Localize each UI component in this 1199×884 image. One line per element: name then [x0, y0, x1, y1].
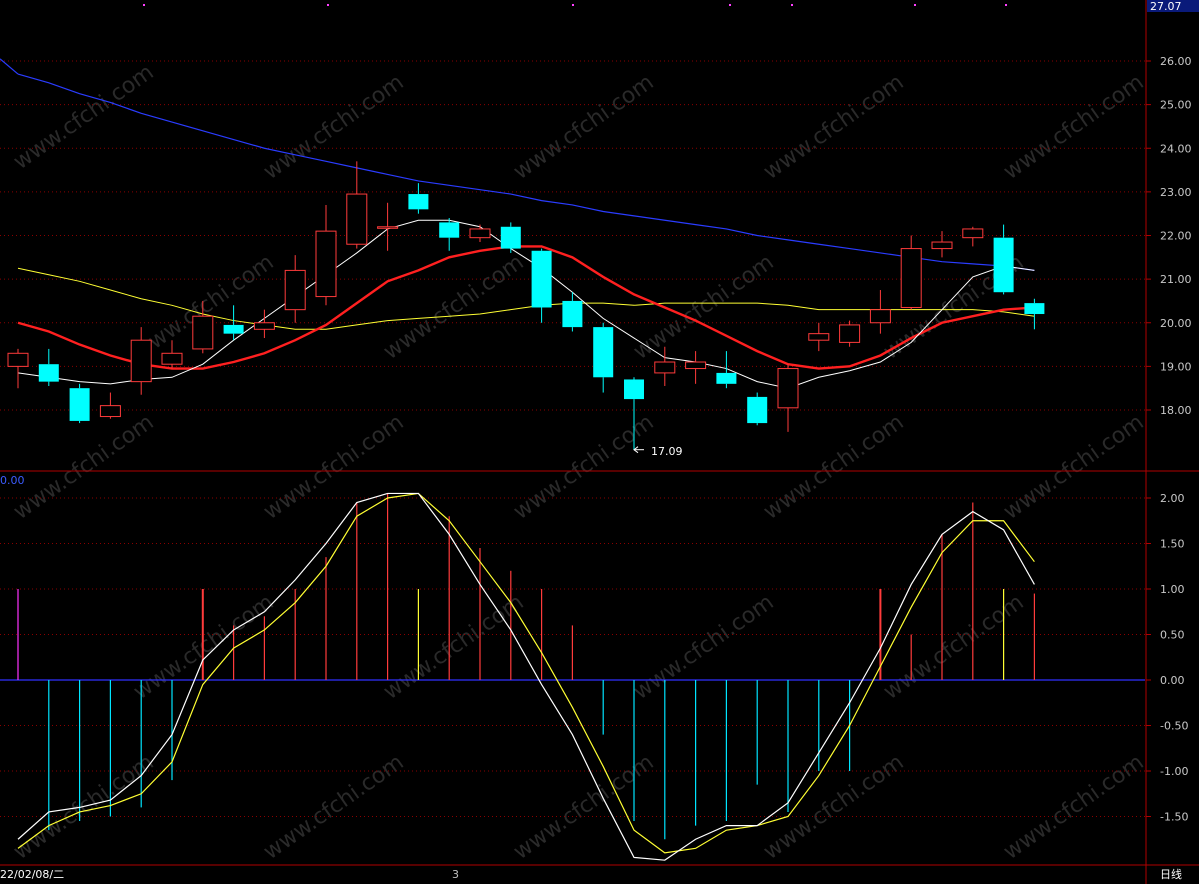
watermark-text: www.cfchi.com	[129, 590, 278, 705]
candle-body-up	[315, 230, 337, 298]
candle-body-down	[408, 194, 429, 210]
watermark-text: www.cfchi.com	[259, 750, 408, 865]
time-marker-dot	[327, 4, 329, 6]
price-tick-label: 24.00	[1160, 142, 1192, 155]
macd-tick-label: -0.50	[1160, 720, 1188, 733]
time-marker-dot	[1005, 4, 1007, 6]
watermark-text: www.cfchi.com	[9, 750, 158, 865]
candle-body-up	[839, 324, 861, 343]
candle-body-up	[130, 339, 152, 383]
macd-tick-label: -1.00	[1160, 765, 1188, 778]
price-tick-label: 18.00	[1160, 404, 1192, 417]
candle-body-down	[747, 396, 768, 424]
watermark-text: www.cfchi.com	[879, 590, 1028, 705]
price-tick-label: 22.00	[1160, 230, 1192, 243]
stock-chart: www.cfchi.com www.cfchi.com www.cfchi.com w…	[0, 0, 1199, 884]
watermark-text: www.cfchi.com	[999, 410, 1148, 525]
candle-body-up	[777, 368, 799, 409]
watermark-text: www.cfchi.com	[9, 60, 158, 175]
macd-tick-label: 0.00	[1160, 674, 1185, 687]
candle-body-up	[377, 226, 399, 229]
macd-tick-label: 1.50	[1160, 538, 1185, 551]
price-tick-label: 26.00	[1160, 55, 1192, 68]
candle-body-down	[716, 372, 737, 384]
low-price-label: 17.09	[651, 445, 683, 458]
price-tick-label: 19.00	[1160, 360, 1192, 373]
candle-body-down	[993, 237, 1014, 293]
time-marker-dot	[143, 4, 145, 6]
price-tick-label: 21.00	[1160, 273, 1192, 286]
candle-body-up	[685, 361, 707, 370]
watermark-text: www.cfchi.com	[509, 70, 658, 185]
candle-body-down	[38, 364, 59, 382]
macd-top-left-label: 0.00	[0, 474, 25, 487]
watermark-text: www.cfchi.com	[509, 410, 658, 525]
candle-body-up	[7, 352, 29, 367]
watermark-text: www.cfchi.com	[509, 750, 658, 865]
price-tick-label: 25.00	[1160, 99, 1192, 112]
watermark-text: www.cfchi.com	[999, 750, 1148, 865]
candle-body-up	[253, 322, 275, 330]
price-tick-label: 20.00	[1160, 317, 1192, 330]
macd-tick-label: 1.00	[1160, 583, 1185, 596]
candle-body-down	[1024, 303, 1045, 315]
watermark-text: www.cfchi.com	[629, 590, 778, 705]
candle-body-up	[161, 352, 183, 365]
watermark-text: www.cfchi.com	[759, 70, 908, 185]
candle-body-up	[900, 248, 922, 308]
watermark-text: www.cfchi.com	[9, 410, 158, 525]
candle-body-up	[469, 228, 491, 239]
candle-body-down	[69, 388, 90, 421]
candle-body-up	[192, 315, 214, 350]
candle-body-down	[223, 324, 244, 334]
time-marker-dot	[572, 4, 574, 6]
watermark-text: www.cfchi.com	[259, 70, 408, 185]
time-marker-dot	[729, 4, 731, 6]
candle-body-up	[808, 333, 830, 341]
price-top-label: 27.07	[1150, 0, 1182, 13]
candle-body-up	[869, 309, 891, 324]
candle-body-up	[346, 193, 368, 245]
price-tick-label: 23.00	[1160, 186, 1192, 199]
candle-body-up	[99, 405, 121, 418]
candle-body-down	[439, 222, 460, 238]
macd-tick-label: 0.50	[1160, 629, 1185, 642]
candle-body-up	[931, 241, 953, 250]
axis-mark-label: 3	[452, 868, 459, 881]
watermark-text: www.cfchi.com	[379, 250, 528, 365]
candle-body-down	[562, 300, 583, 328]
watermark-text: www.cfchi.com	[379, 590, 528, 705]
candle-body-up	[962, 228, 984, 239]
watermark-text: www.cfchi.com	[759, 410, 908, 525]
watermark-text: www.cfchi.com	[629, 250, 778, 365]
watermark-text: www.cfchi.com	[259, 410, 408, 525]
candle-body-down	[500, 226, 521, 249]
time-marker-dot	[914, 4, 916, 6]
macd-tick-label: 2.00	[1160, 492, 1185, 505]
macd-tick-label: -1.50	[1160, 811, 1188, 824]
candle-body-down	[531, 250, 552, 308]
candle-body-down	[624, 379, 644, 400]
candle-body-up	[654, 361, 676, 374]
candle-body-down	[593, 327, 614, 378]
watermark-text: www.cfchi.com	[999, 70, 1148, 185]
watermark-layer: www.cfchi.com www.cfchi.com www.cfchi.com w…	[9, 60, 1148, 865]
date-label: 22/02/08/二	[0, 868, 64, 881]
period-label[interactable]: 日线	[1160, 867, 1182, 881]
candle-body-up	[284, 269, 306, 311]
time-marker-dot	[791, 4, 793, 6]
